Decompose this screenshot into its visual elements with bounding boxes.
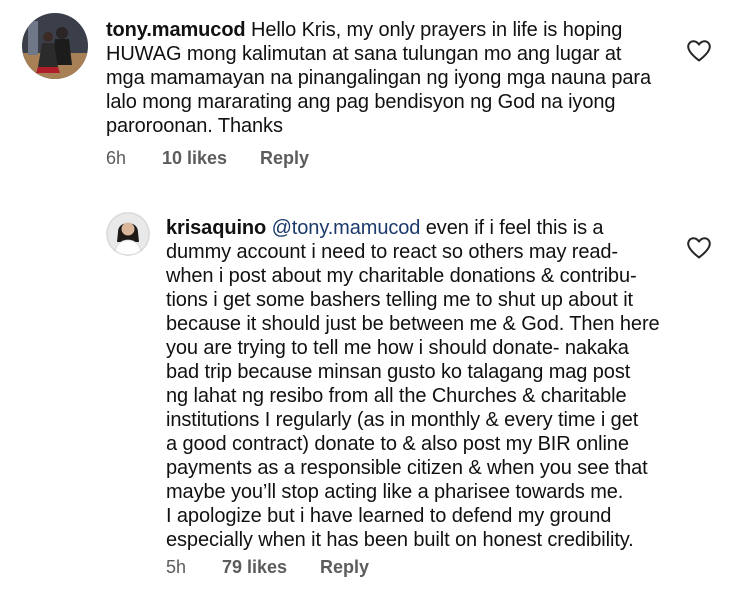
comment-line: Hello Kris, my only prayers in life is h…: [251, 19, 623, 41]
comment-line: payments as a responsible citizen & when…: [166, 457, 648, 479]
username[interactable]: tony.mamucod: [106, 19, 246, 41]
avatar-tony-mamucod[interactable]: [22, 13, 88, 79]
comment-line: a good contract) donate to & also post m…: [166, 433, 629, 455]
avatar-photo: [106, 212, 150, 256]
comment-krisaquino: krisaquino @tony.mamucod even if i feel …: [0, 195, 750, 591]
likes-count[interactable]: 10 likes: [162, 147, 260, 169]
reply-button[interactable]: Reply: [320, 556, 369, 578]
comment-text: krisaquino @tony.mamucod even if i feel …: [166, 216, 660, 552]
timestamp[interactable]: 5h: [166, 556, 222, 578]
likes-count[interactable]: 79 likes: [222, 556, 320, 578]
comment-tony-mamucod: tony.mamucod Hello Kris, my only prayers…: [0, 0, 750, 180]
comment-line: ng lahat ng resibo from all the Churches…: [166, 385, 627, 407]
comment-line: because it should just be between me & G…: [166, 313, 660, 335]
username[interactable]: krisaquino: [166, 217, 266, 239]
avatar-photo: [22, 13, 88, 79]
comment-text: tony.mamucod Hello Kris, my only prayers…: [106, 18, 651, 138]
heart-outline-icon[interactable]: [686, 39, 712, 63]
comment-line: tions i get some bashers telling me to s…: [166, 289, 633, 311]
comment-line: maybe you’ll stop acting like a pharisee…: [166, 481, 624, 503]
comment-line: when i post about my charitable donation…: [166, 265, 637, 287]
comment-line: HUWAG mong kalimutan at sana tulungan mo…: [106, 43, 622, 65]
heart-outline-icon[interactable]: [686, 236, 712, 260]
comment-line: paroroonan. Thanks: [106, 115, 283, 137]
comment-line: institutions I regularly (as in monthly …: [166, 409, 639, 431]
comment-line: you are trying to tell me how i should d…: [166, 337, 629, 359]
comment-line: even if i feel this is a: [420, 217, 604, 239]
mention-link[interactable]: @tony.mamucod: [272, 217, 421, 239]
reply-button[interactable]: Reply: [260, 147, 309, 169]
avatar-krisaquino[interactable]: [106, 212, 150, 256]
comment-line: mga mamamayan na pinangalingan ng iyong …: [106, 67, 651, 89]
comment-meta: 6h 10 likes Reply: [106, 147, 309, 169]
comment-line: especially when it has been built on hon…: [166, 529, 634, 551]
comment-line: bad trip because minsan gusto ko talagan…: [166, 361, 631, 383]
comment-line: dummy account i need to react so others …: [166, 241, 618, 263]
comment-line: lalo mong mararating ang pag bendisyon n…: [106, 91, 616, 113]
timestamp[interactable]: 6h: [106, 147, 162, 169]
comment-line: I apologize but i have learned to defend…: [166, 505, 612, 527]
comment-meta: 5h 79 likes Reply: [166, 556, 369, 578]
